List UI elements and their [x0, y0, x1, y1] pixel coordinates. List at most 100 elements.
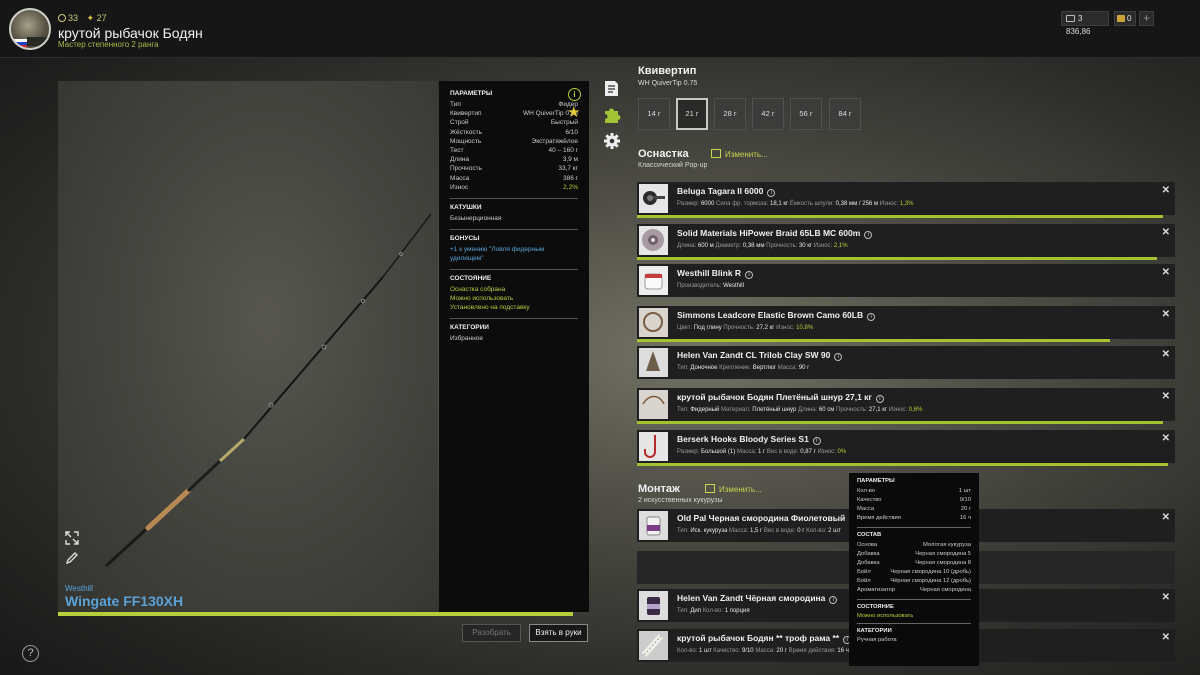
tooltip-value: 16 ч	[959, 515, 971, 521]
mount-edit-link[interactable]: Изменить...	[705, 484, 762, 494]
quivertip-option[interactable]: 28 г	[714, 98, 746, 130]
list-item[interactable]: крутой рыбачок Бодян Плетёный шнур 27,1 …	[637, 388, 1175, 424]
param-label: Длина	[450, 156, 470, 164]
item-details: Цвет: Под глину Прочность: 27,2 кг Износ…	[677, 325, 813, 331]
list-item[interactable]: Westhill Blink Ri Производитель: Westhill…	[637, 264, 1175, 297]
item-details: Кол-во: 1 шт Качество: 9/10 Масса: 20 г …	[677, 648, 849, 654]
tooltip-value: 20 г	[960, 506, 971, 512]
item-name-text: Berserk Hooks Bloody Series S1	[677, 434, 809, 444]
item-details: Производитель: Westhill	[677, 283, 744, 289]
list-item[interactable]: Berserk Hooks Bloody Series S1 i Размер: Б…	[637, 430, 1175, 466]
tooltip-params-title: ПАРАМЕТРЫ	[857, 478, 895, 484]
close-icon[interactable]: ✕	[1162, 267, 1170, 278]
info-icon[interactable]: i	[834, 353, 843, 361]
gold-balance[interactable]: 0	[1114, 11, 1136, 26]
quivertip-subtitle: WH QuiverTip 0.75	[638, 80, 698, 87]
quivertip-option-selected[interactable]: 21 г	[676, 98, 708, 130]
close-icon[interactable]: ✕	[1162, 512, 1170, 523]
param-value: Экстратяжёлое	[531, 137, 578, 145]
level-value: 33	[68, 13, 79, 23]
param-row: Тест 40 – 160 г	[450, 146, 578, 155]
close-icon[interactable]: ✕	[1162, 632, 1170, 643]
info-icon[interactable]: i	[875, 395, 884, 403]
sinker-icon	[639, 348, 668, 377]
avatar[interactable]	[9, 8, 51, 50]
item-name: Westhill Blink Ri	[677, 268, 754, 279]
edit-icon	[711, 149, 721, 158]
player-name[interactable]: крутой рыбачок Бодян	[58, 25, 203, 41]
param-value: 2,2%	[563, 183, 578, 191]
tooltip-label: Основа	[857, 542, 878, 548]
detail-value: Большой (1)	[700, 449, 736, 455]
list-item[interactable]: Beluga Tagara II 6000 i Размер: 6000 Сила …	[637, 182, 1175, 218]
close-icon[interactable]: ✕	[1162, 391, 1170, 402]
net-icon	[639, 631, 668, 660]
item-name-text: Helen Van Zandt Чёрная смородина	[677, 593, 826, 603]
list-item[interactable]: Helen Van Zandt CL Trilob Clay SW 90 i Тип…	[637, 346, 1175, 379]
quivertip-option[interactable]: 56 г	[790, 98, 822, 130]
item-name: Simmons Leadcore Elastic Brown Camo 60LB…	[677, 310, 876, 321]
wear-bar	[637, 421, 1163, 424]
detail-value: Плетёный шнур	[752, 407, 797, 413]
info-icon[interactable]: i	[867, 313, 876, 321]
close-icon[interactable]: ✕	[1162, 592, 1170, 603]
detail-label: Кол-во:	[702, 608, 724, 614]
close-icon[interactable]: ✕	[1162, 185, 1170, 196]
rig-edit-label: Изменить...	[725, 150, 768, 159]
quivertip-option[interactable]: 84 г	[829, 98, 861, 130]
quivertip-option[interactable]: 42 г	[752, 98, 784, 130]
param-label: Строй	[450, 119, 469, 127]
rod-condition-bar	[58, 612, 589, 616]
detail-value: Дип	[690, 608, 702, 614]
add-currency-button[interactable]: +	[1139, 11, 1154, 26]
expand-icon[interactable]	[65, 531, 79, 545]
list-item[interactable]: Solid Materials HiPower Braid 65LB MC 60…	[637, 224, 1175, 260]
info-icon[interactable]: i	[812, 437, 821, 445]
rod-condition-fill	[58, 612, 574, 616]
disassemble-button[interactable]: Разобрать	[462, 624, 521, 642]
tooltip-label: Качество	[857, 497, 882, 503]
wallet-icon	[1066, 15, 1075, 22]
tooltip-comp-title: СОСТАВ	[857, 532, 882, 538]
info-icon[interactable]: i	[767, 189, 776, 197]
tooltip-row: Время действия 16 ч	[857, 514, 971, 523]
detail-value: 9/10	[741, 648, 754, 654]
close-icon[interactable]: ✕	[1162, 433, 1170, 444]
info-icon[interactable]: i	[829, 596, 838, 604]
mount-title: Монтаж	[638, 483, 680, 495]
detail-label: Тип:	[677, 528, 689, 534]
detail-value: 10,8%	[796, 325, 814, 331]
detail-label: Длина:	[798, 407, 818, 413]
info-icon[interactable]: i	[568, 88, 581, 101]
close-icon[interactable]: ✕	[1162, 349, 1170, 360]
rig-edit-link[interactable]: Изменить...	[711, 149, 768, 159]
param-row: Прочность 33,7 кг	[450, 164, 578, 173]
pencil-icon[interactable]	[65, 551, 79, 565]
tooltip-label: Бойл	[857, 569, 871, 575]
list-item[interactable]: Simmons Leadcore Elastic Brown Camo 60LB…	[637, 306, 1175, 342]
tooltip-label: Кол-во	[857, 488, 876, 494]
favorite-star-icon[interactable]: ★	[567, 105, 580, 120]
close-icon[interactable]: ✕	[1162, 227, 1170, 238]
detail-value: Фидерный	[690, 407, 720, 413]
item-details: Тип: Иск. кукуруза Масса: 1,5 г Вес в во…	[677, 528, 841, 534]
silver-balance[interactable]: 3 836,86	[1061, 11, 1109, 36]
item-name-text: Simmons Leadcore Elastic Brown Camo 60LB	[677, 310, 864, 320]
tooltip-value: Черная смородина 10 (дробь)	[890, 569, 971, 575]
rod-preview[interactable]: Westhill Wingate FF130XH	[58, 81, 438, 612]
detail-value: 6000	[700, 201, 715, 207]
detail-label: Размер:	[677, 449, 700, 455]
wear-bar	[637, 339, 1110, 342]
help-icon[interactable]: ?	[22, 645, 39, 662]
quivertip-option[interactable]: 14 г	[638, 98, 670, 130]
info-icon[interactable]: i	[864, 231, 873, 239]
puzzle-icon[interactable]	[603, 106, 621, 124]
detail-label: Время действия:	[788, 648, 836, 654]
document-icon[interactable]	[604, 80, 619, 97]
close-icon[interactable]: ✕	[1162, 309, 1170, 320]
take-in-hands-button[interactable]: Взять в руки	[529, 624, 588, 642]
rod-brand: Westhill	[65, 584, 93, 593]
gear-icon[interactable]	[603, 132, 621, 150]
info-icon[interactable]: i	[745, 271, 754, 279]
item-name: Berserk Hooks Bloody Series S1 i	[677, 434, 821, 445]
